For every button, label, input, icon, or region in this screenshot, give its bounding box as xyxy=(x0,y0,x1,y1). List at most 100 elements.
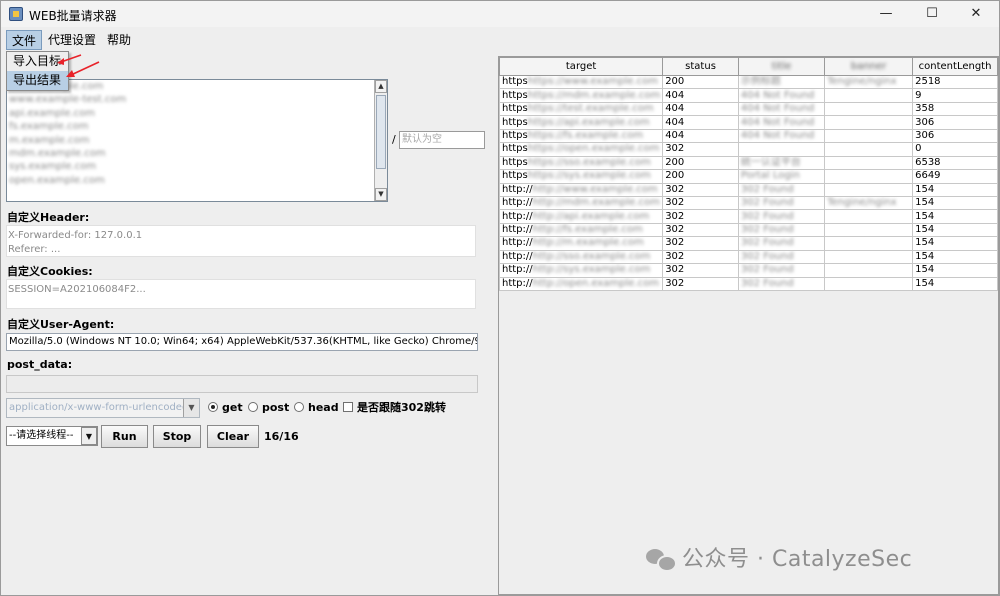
table-cell-target[interactable]: http://http://mdm.example.com xyxy=(498,195,664,211)
table-cell-title[interactable]: 统一认证平台 xyxy=(737,155,826,171)
table-cell-banner[interactable] xyxy=(824,276,914,292)
table-cell-banner[interactable] xyxy=(824,128,914,144)
table-cell-contentlength[interactable]: 2518 xyxy=(912,74,998,90)
table-cell-contentlength[interactable]: 0 xyxy=(912,142,998,157)
table-cell-banner[interactable]: Tengine/nginx xyxy=(824,195,914,211)
table-cell-title[interactable]: 404 Not Found xyxy=(737,115,826,130)
radio-icon[interactable] xyxy=(248,402,258,412)
table-cell-status[interactable]: 200 xyxy=(662,74,739,90)
table-cell-title[interactable]: 404 Not Found xyxy=(737,128,826,144)
targets-scrollbar[interactable]: ▲ ▼ xyxy=(374,80,387,201)
table-row[interactable]: httpshttps://fs.example.com 404 404 Not Fo… xyxy=(498,128,998,144)
table-row[interactable]: http://http://api.example.com 302 302 Foun… xyxy=(498,209,998,224)
chevron-down-icon[interactable]: ▼ xyxy=(81,427,97,445)
checkbox-icon[interactable] xyxy=(343,402,353,412)
table-cell-target[interactable]: http://http://www.example.com xyxy=(498,182,664,197)
column-header-banner[interactable]: banner xyxy=(824,57,914,76)
table-cell-contentlength[interactable]: 154 xyxy=(912,249,998,265)
thread-select[interactable]: --请选择线程-- ▼ xyxy=(6,426,98,446)
table-cell-banner[interactable]: Tengine/nginx xyxy=(824,74,914,90)
table-cell-title[interactable]: 302 Found xyxy=(737,249,826,265)
table-cell-status[interactable]: 302 xyxy=(662,236,739,251)
table-cell-contentlength[interactable]: 9 xyxy=(912,88,998,103)
table-cell-title[interactable]: 302 Found xyxy=(737,236,826,251)
table-cell-contentlength[interactable]: 306 xyxy=(912,128,998,144)
table-cell-banner[interactable] xyxy=(824,142,914,157)
table-cell-title[interactable]: Portal Login xyxy=(737,169,826,184)
menu-item-export-results[interactable]: 导出结果 xyxy=(7,71,68,90)
clear-button[interactable]: Clear xyxy=(207,425,259,448)
table-row[interactable]: httpshttps://test.example.com 404 404 Not … xyxy=(498,101,998,117)
table-cell-status[interactable]: 302 xyxy=(662,249,739,265)
table-cell-contentlength[interactable]: 154 xyxy=(912,276,998,292)
table-cell-status[interactable]: 200 xyxy=(662,155,739,171)
column-header-title[interactable]: title xyxy=(737,57,826,76)
targets-textarea[interactable]: www.example.comwww.example-test.comapi.e… xyxy=(6,79,388,202)
table-cell-contentlength[interactable]: 154 xyxy=(912,236,998,251)
table-cell-status[interactable]: 404 xyxy=(662,88,739,103)
table-cell-banner[interactable] xyxy=(824,236,914,251)
table-cell-banner[interactable] xyxy=(824,88,914,103)
table-cell-title[interactable]: 示例标题 xyxy=(737,74,826,90)
column-header-status[interactable]: status xyxy=(662,57,739,76)
follow-302-checkbox[interactable]: 是否跟随302跳转 xyxy=(343,401,446,415)
close-button[interactable]: ✕ xyxy=(953,1,999,27)
scroll-thumb[interactable] xyxy=(376,95,386,169)
table-row[interactable]: http://http://m.example.com 302 302 Found 1… xyxy=(498,236,998,251)
table-cell-target[interactable]: httpshttps://mdm.example.com xyxy=(498,88,664,103)
table-cell-status[interactable]: 302 xyxy=(662,209,739,224)
header-textarea[interactable]: X-Forwarded-for: 127.0.0.1 Referer: ... xyxy=(6,225,476,257)
table-cell-target[interactable]: httpshttps://test.example.com xyxy=(498,101,664,117)
table-cell-contentlength[interactable]: 358 xyxy=(912,101,998,117)
table-cell-contentlength[interactable]: 154 xyxy=(912,209,998,224)
table-cell-status[interactable]: 302 xyxy=(662,276,739,292)
cookies-textarea[interactable]: SESSION=A202106084F2... xyxy=(6,279,476,309)
table-cell-title[interactable]: 302 Found xyxy=(737,276,826,292)
table-cell-status[interactable]: 302 xyxy=(662,263,739,278)
table-cell-banner[interactable] xyxy=(824,115,914,130)
method-get-radio[interactable]: get xyxy=(208,401,243,415)
table-row[interactable]: http://http://sys.example.com 302 302 Foun… xyxy=(498,263,998,278)
table-cell-contentlength[interactable]: 6649 xyxy=(912,169,998,184)
table-cell-target[interactable]: httpshttps://fs.example.com xyxy=(498,128,664,144)
method-post-radio[interactable]: post xyxy=(248,401,289,415)
table-cell-status[interactable]: 404 xyxy=(662,128,739,144)
table-cell-title[interactable]: 404 Not Found xyxy=(737,88,826,103)
table-cell-target[interactable]: http://http://api.example.com xyxy=(498,209,664,224)
table-row[interactable]: httpshttps://mdm.example.com 404 404 Not F… xyxy=(498,88,998,103)
table-cell-status[interactable]: 200 xyxy=(662,169,739,184)
table-cell-banner[interactable] xyxy=(824,222,914,238)
table-cell-status[interactable]: 404 xyxy=(662,101,739,117)
table-cell-contentlength[interactable]: 154 xyxy=(912,222,998,238)
table-cell-banner[interactable] xyxy=(824,263,914,278)
column-header-target[interactable]: target xyxy=(498,57,664,76)
table-cell-banner[interactable] xyxy=(824,249,914,265)
table-cell-target[interactable]: http://http://fs.example.com xyxy=(498,222,664,238)
table-cell-status[interactable]: 302 xyxy=(662,142,739,157)
table-row[interactable]: http://http://open.example.com 302 302 Fou… xyxy=(498,276,998,292)
table-cell-target[interactable]: httpshttps://www.example.com xyxy=(498,74,664,90)
table-cell-title[interactable]: 302 Found xyxy=(737,195,826,211)
method-head-radio[interactable]: head xyxy=(294,401,339,415)
radio-icon[interactable] xyxy=(294,402,304,412)
table-cell-banner[interactable] xyxy=(824,209,914,224)
table-cell-status[interactable]: 302 xyxy=(662,182,739,197)
user-agent-input[interactable]: Mozilla/5.0 (Windows NT 10.0; Win64; x64… xyxy=(6,333,478,351)
menu-help[interactable]: 帮助 xyxy=(102,30,136,50)
radio-selected-icon[interactable] xyxy=(208,402,218,412)
table-cell-target[interactable]: httpshttps://open.example.com xyxy=(498,142,664,157)
table-cell-banner[interactable] xyxy=(824,155,914,171)
table-cell-banner[interactable] xyxy=(824,169,914,184)
table-cell-status[interactable]: 302 xyxy=(662,195,739,211)
menu-file[interactable]: 文件 xyxy=(6,30,43,50)
table-cell-contentlength[interactable]: 154 xyxy=(912,263,998,278)
minimize-button[interactable]: — xyxy=(863,1,909,27)
chevron-down-icon[interactable]: ▼ xyxy=(183,399,199,417)
table-cell-title[interactable]: 302 Found xyxy=(737,222,826,238)
table-cell-title[interactable]: 302 Found xyxy=(737,263,826,278)
table-cell-target[interactable]: http://http://sys.example.com xyxy=(498,263,664,278)
table-cell-target[interactable]: httpshttps://api.example.com xyxy=(498,115,664,130)
table-cell-title[interactable]: 302 Found xyxy=(737,182,826,197)
table-cell-target[interactable]: httpshttps://sso.example.com xyxy=(498,155,664,171)
table-cell-contentlength[interactable]: 6538 xyxy=(912,155,998,171)
